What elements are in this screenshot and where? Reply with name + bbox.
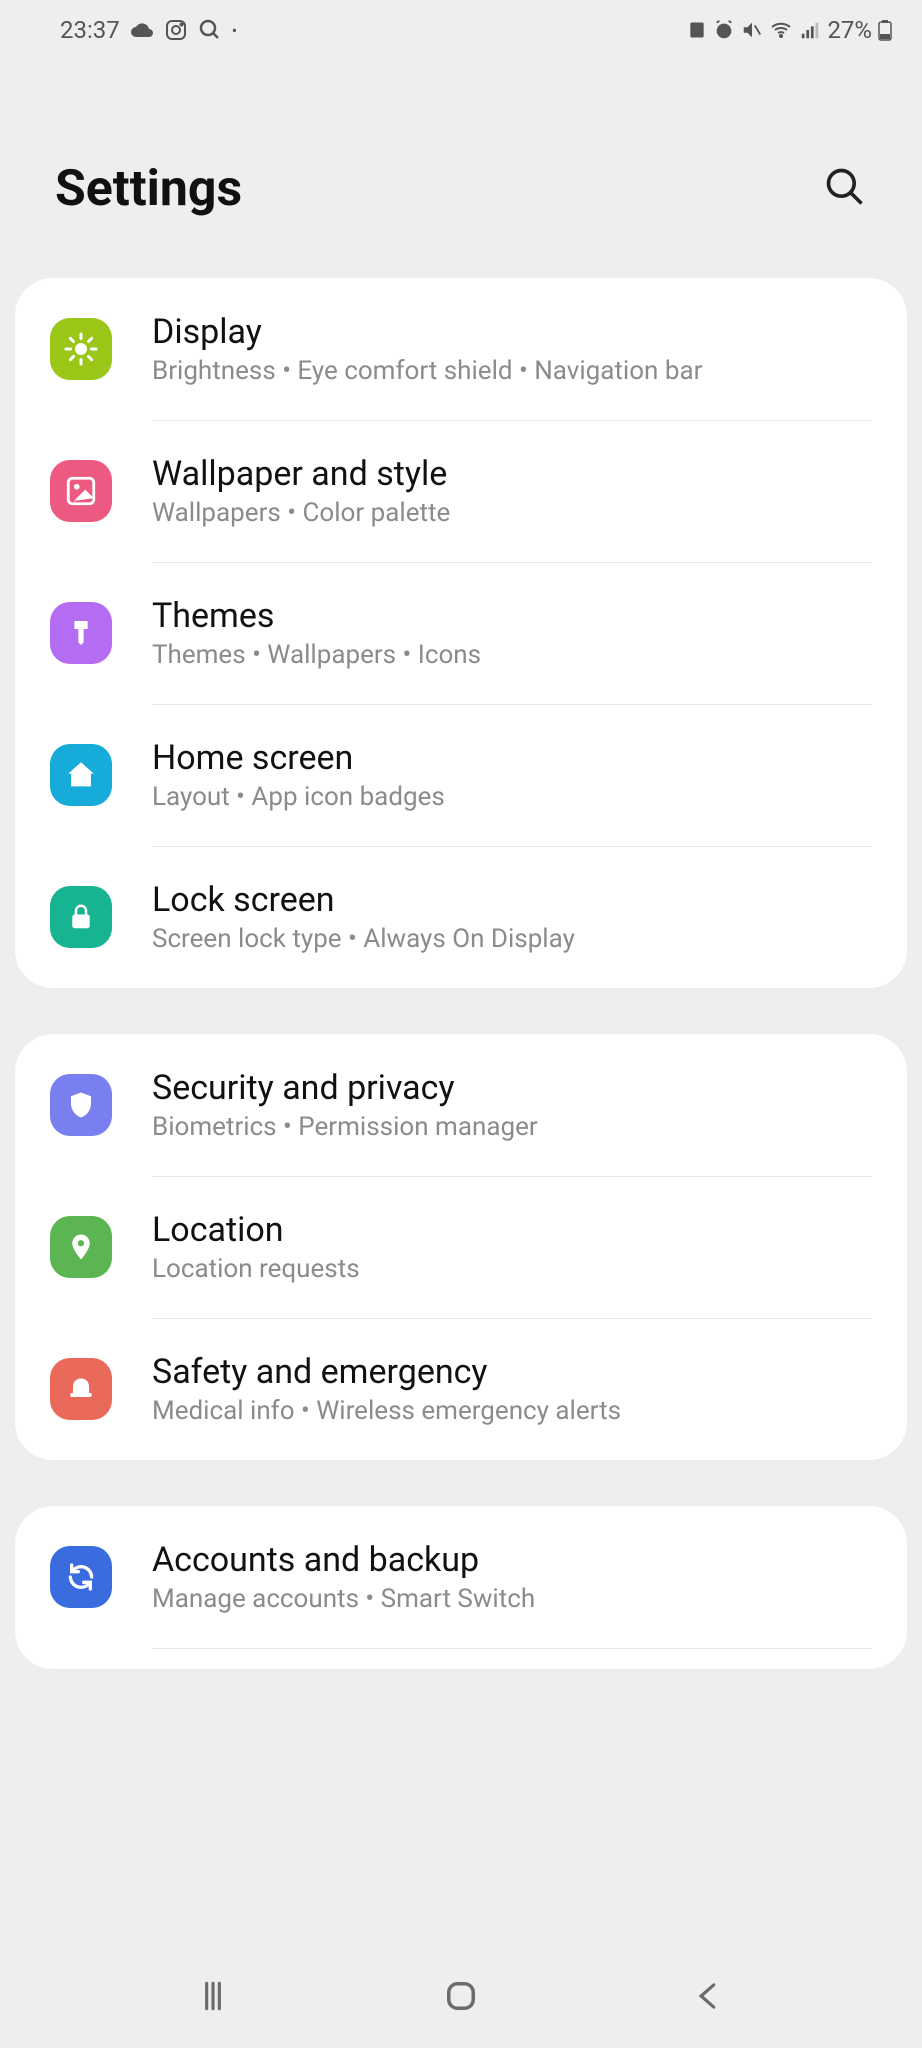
sync-icon [50, 1546, 112, 1608]
row-title: Location [152, 1210, 360, 1250]
settings-row-themes[interactable]: Themes Themes • Wallpapers • Icons [50, 562, 872, 704]
row-subtitle: Biometrics • Permission manager [152, 1112, 538, 1142]
settings-row-security[interactable]: Security and privacy Biometrics • Permis… [50, 1034, 872, 1176]
row-title: Display [152, 312, 702, 352]
row-title: Wallpaper and style [152, 454, 450, 494]
settings-row-homescreen[interactable]: Home screen Layout • App icon badges [50, 704, 872, 846]
row-subtitle: Location requests [152, 1254, 360, 1284]
search-button[interactable] [823, 165, 867, 213]
home-icon [50, 744, 112, 806]
row-subtitle: Screen lock type • Always On Display [152, 924, 575, 954]
row-subtitle: Layout • App icon badges [152, 782, 445, 812]
clock-text: 23:37 [60, 16, 120, 44]
battery-icon [878, 19, 892, 41]
settings-row-safety[interactable]: Safety and emergency Medical info • Wire… [50, 1318, 872, 1460]
themes-icon [50, 602, 112, 664]
navigation-bar [0, 1948, 922, 2048]
emergency-icon [50, 1358, 112, 1420]
wifi-icon [769, 18, 793, 42]
lock-icon [50, 886, 112, 948]
signal-icon [799, 19, 821, 41]
row-subtitle: Themes • Wallpapers • Icons [152, 640, 481, 670]
app-update-icon [687, 20, 707, 40]
settings-row-location[interactable]: Location Location requests [50, 1176, 872, 1318]
settings-row-wallpaper[interactable]: Wallpaper and style Wallpapers • Color p… [50, 420, 872, 562]
mute-icon [741, 19, 763, 41]
battery-text: 27% [827, 16, 872, 44]
row-title: Safety and emergency [152, 1352, 621, 1392]
shield-icon [50, 1074, 112, 1136]
page-title: Settings [55, 160, 242, 218]
recents-button[interactable] [194, 1977, 232, 2019]
settings-group-accounts: Accounts and backup Manage accounts • Sm… [15, 1506, 907, 1669]
row-title: Accounts and backup [152, 1540, 535, 1580]
settings-row-accounts[interactable]: Accounts and backup Manage accounts • Sm… [50, 1506, 872, 1648]
instagram-icon [164, 18, 188, 42]
status-right: 27% [687, 16, 892, 44]
settings-row-display[interactable]: Display Brightness • Eye comfort shield … [50, 278, 872, 420]
settings-content: Display Brightness • Eye comfort shield … [0, 278, 922, 1669]
row-title: Themes [152, 596, 481, 636]
back-button[interactable] [690, 1977, 728, 2019]
header: Settings [0, 60, 922, 278]
row-subtitle: Wallpapers • Color palette [152, 498, 450, 528]
dot-icon: • [232, 21, 237, 40]
row-title: Home screen [152, 738, 445, 778]
alarm-icon [713, 19, 735, 41]
status-bar: 23:37 • 27% [0, 0, 922, 60]
wallpaper-icon [50, 460, 112, 522]
row-title: Lock screen [152, 880, 575, 920]
home-button[interactable] [440, 1975, 482, 2021]
cloud-icon [130, 18, 154, 42]
search-status-icon [198, 18, 222, 42]
display-icon [50, 318, 112, 380]
search-icon [823, 198, 867, 213]
status-left: 23:37 • [60, 16, 237, 44]
location-icon [50, 1216, 112, 1278]
row-title: Security and privacy [152, 1068, 538, 1108]
settings-group-security: Security and privacy Biometrics • Permis… [15, 1034, 907, 1460]
settings-group-display: Display Brightness • Eye comfort shield … [15, 278, 907, 988]
row-subtitle: Medical info • Wireless emergency alerts [152, 1396, 621, 1426]
row-subtitle: Brightness • Eye comfort shield • Naviga… [152, 356, 702, 386]
row-subtitle: Manage accounts • Smart Switch [152, 1584, 535, 1614]
settings-row-lockscreen[interactable]: Lock screen Screen lock type • Always On… [50, 846, 872, 988]
